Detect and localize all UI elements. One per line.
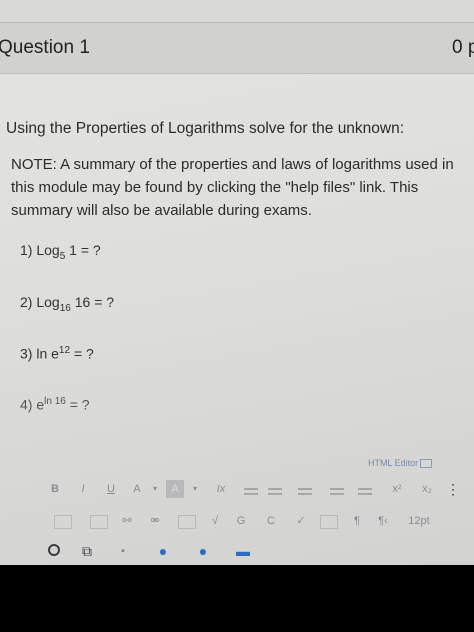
- align-center-icon[interactable]: [268, 488, 282, 495]
- image-icon[interactable]: [178, 515, 196, 529]
- problem-argument: 1: [69, 242, 77, 258]
- problem-subscript: 16: [59, 302, 71, 314]
- problem-4: 4) eln 16 = ?: [20, 396, 90, 413]
- task-view-icon[interactable]: ⧉: [78, 542, 96, 560]
- clear-formatting-button[interactable]: Ix: [212, 480, 230, 498]
- more-options-icon[interactable]: ⋮: [444, 480, 462, 498]
- table-icon[interactable]: [54, 515, 72, 529]
- font-size-select[interactable]: 12pt: [404, 512, 434, 530]
- equation-icon[interactable]: √: [206, 512, 224, 530]
- numbered-list-icon[interactable]: [358, 488, 372, 495]
- link-icon[interactable]: ⚯: [118, 512, 136, 530]
- paragraph-rtl-button[interactable]: ¶‹: [374, 512, 392, 530]
- background-color-dropdown[interactable]: ▾: [186, 480, 204, 498]
- align-left-icon[interactable]: [244, 488, 258, 495]
- problem-number: 4): [20, 396, 33, 413]
- screen: Question 1 0 p Using the Properties of L…: [0, 0, 474, 565]
- problem-superscript: ln 16: [44, 396, 66, 407]
- problem-3: 3) ln e12 = ?: [20, 345, 94, 362]
- problem-function: ln e: [36, 345, 59, 362]
- superscript-button[interactable]: x²: [388, 480, 406, 498]
- unlink-icon[interactable]: ⚮: [146, 512, 164, 530]
- problem-rest: = ?: [94, 294, 115, 310]
- problem-function: Log: [36, 242, 60, 258]
- underline-button[interactable]: U: [102, 480, 120, 498]
- browser-icon[interactable]: ●: [154, 542, 172, 560]
- italic-button[interactable]: I: [74, 480, 92, 498]
- top-strip: [0, 0, 474, 22]
- question-header: Question 1 0 p: [0, 22, 474, 74]
- note-text: NOTE: A summary of the properties and la…: [11, 156, 454, 219]
- record-icon[interactable]: C: [262, 512, 280, 530]
- bullet-list-icon[interactable]: [330, 488, 344, 495]
- html-editor-link[interactable]: HTML Editor: [368, 458, 433, 469]
- problem-function: e: [36, 396, 45, 413]
- app-icon[interactable]: ▪: [114, 542, 132, 560]
- problem-subscript: 5: [59, 250, 66, 262]
- document-icon[interactable]: [320, 515, 338, 529]
- problem-argument: 16: [74, 294, 91, 310]
- problem-rest: = ?: [80, 242, 101, 258]
- html-editor-label: HTML Editor: [368, 458, 419, 468]
- problem-number: 1): [20, 242, 33, 258]
- subscript-button[interactable]: x₂: [418, 480, 436, 498]
- align-right-icon[interactable]: [298, 488, 312, 495]
- embed-icon[interactable]: [90, 515, 108, 529]
- problem-number: 3): [20, 345, 33, 362]
- problem-1: 1) Log5 1 = ?: [20, 242, 101, 262]
- problem-function: Log: [36, 294, 60, 310]
- search-circle-icon[interactable]: [48, 544, 60, 556]
- editor-toolbar-1: B I U A ▾ A ▾ Ix x² x₂ ⋮: [40, 480, 474, 500]
- bold-button[interactable]: B: [46, 480, 64, 498]
- editor-toolbar-2: ⚯ ⚮ √ G C ✓ ¶ ¶‹ 12pt: [40, 512, 474, 532]
- text-color-button[interactable]: A: [128, 480, 146, 498]
- problem-number: 2): [20, 294, 33, 310]
- background-color-button[interactable]: A: [166, 480, 184, 498]
- problem-2: 2) Log16 16 = ?: [20, 294, 114, 314]
- keyboard-icon: [420, 459, 433, 469]
- problem-rest: = ?: [73, 345, 94, 362]
- edge-icon[interactable]: ●: [194, 542, 212, 560]
- store-icon[interactable]: [234, 542, 252, 560]
- media-icon[interactable]: G: [232, 512, 250, 530]
- check-icon[interactable]: ✓: [292, 512, 310, 530]
- taskbar: ⧉ ▪ ● ● ▬: [40, 542, 474, 562]
- paragraph-ltr-button[interactable]: ¶: [348, 512, 366, 530]
- instructions-text: Using the Properties of Logarithms solve…: [6, 120, 405, 137]
- text-color-dropdown[interactable]: ▾: [146, 480, 164, 498]
- problem-rest: = ?: [69, 396, 90, 413]
- problem-superscript: 12: [58, 345, 71, 356]
- question-points: 0 p: [452, 37, 474, 58]
- question-title: Question 1: [0, 37, 90, 58]
